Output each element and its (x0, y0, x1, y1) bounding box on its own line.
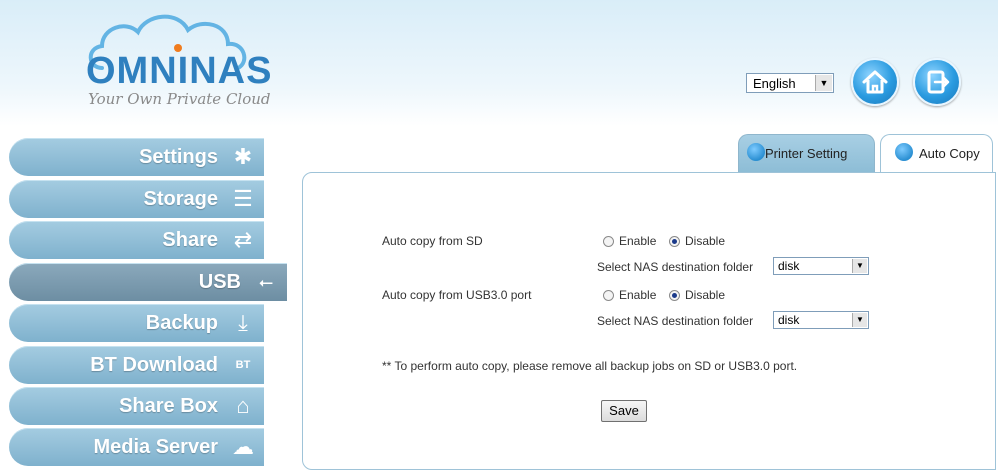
tab-label: Printer Setting (765, 146, 848, 161)
chevron-down-icon: ▼ (852, 313, 867, 327)
header: OMNINAS Your Own Private Cloud English ▼ (0, 0, 998, 126)
auto-copy-icon (895, 143, 913, 161)
sidebar-item-backup[interactable]: Backup ⤓ (9, 304, 264, 342)
sidebar-item-settings[interactable]: Settings ✱ (9, 138, 264, 176)
sd-folder-value: disk (778, 259, 800, 273)
sidebar-item-storage[interactable]: Storage ☰ (9, 180, 264, 218)
backup-icon: ⤓ (238, 310, 248, 335)
usb-folder-label: Select NAS destination folder (597, 314, 754, 328)
auto-copy-note: ** To perform auto copy, please remove a… (382, 359, 798, 373)
home-button[interactable] (851, 58, 899, 106)
sd-disable-label: Disable (685, 234, 726, 248)
tab-label: Auto Copy (919, 146, 980, 161)
sidebar-item-label: Media Server (93, 436, 218, 458)
language-select[interactable]: English ▼ (746, 73, 834, 93)
omninas-logo[interactable]: OMNINAS Your Own Private Cloud (78, 10, 278, 108)
media-server-icon: ☁ (232, 434, 254, 459)
tools-icon: ✱ (233, 144, 253, 169)
share-arrows-icon: ⇄ (233, 227, 253, 252)
sidebar-item-label: USB (198, 271, 241, 293)
usb-label: Auto copy from USB3.0 port (382, 288, 532, 302)
logo-wordmark: OMNINAS (86, 50, 273, 92)
sidebar-item-share[interactable]: Share ⇄ (9, 221, 264, 259)
save-button[interactable]: Save (601, 400, 647, 422)
tab-auto-copy[interactable]: Auto Copy (880, 134, 993, 174)
sidebar-item-label: Settings (139, 146, 218, 168)
sidebar-item-label: Share (162, 229, 218, 251)
sidebar-item-label: Backup (145, 312, 218, 334)
logo-tagline: Your Own Private Cloud (88, 90, 271, 108)
sd-disable-radio[interactable] (669, 236, 680, 247)
sd-label: Auto copy from SD (382, 234, 483, 248)
sidebar-item-label: Storage (143, 188, 218, 210)
sidebar-item-label: Share Box (119, 395, 218, 417)
sidebar-item-share-box[interactable]: Share Box ⌂ (9, 387, 264, 425)
usb-icon: ⭠ (258, 272, 274, 292)
sidebar-item-usb[interactable]: USB ⭠ (9, 263, 287, 301)
sidebar-item-media-server[interactable]: Media Server ☁ (9, 428, 264, 466)
sd-folder-select[interactable]: disk ▼ (773, 257, 869, 275)
logout-icon (927, 70, 950, 94)
logout-button[interactable] (913, 58, 961, 106)
sd-enable-label: Enable (619, 234, 657, 248)
storage-icon: ☰ (233, 186, 253, 211)
tab-printer-setting[interactable]: Printer Setting (738, 134, 875, 172)
usb-folder-select[interactable]: disk ▼ (773, 311, 869, 329)
usb-disable-label: Disable (685, 288, 726, 302)
home-icon (862, 70, 888, 94)
usb-disable-radio[interactable] (669, 290, 680, 301)
usb-enable-label: Enable (619, 288, 657, 302)
usb-folder-value: disk (778, 313, 800, 327)
language-selected: English (753, 76, 796, 91)
sd-enable-radio[interactable] (603, 236, 614, 247)
bt-icon: BT (235, 359, 251, 371)
usb-enable-radio[interactable] (603, 290, 614, 301)
sd-folder-label: Select NAS destination folder (597, 260, 754, 274)
chevron-down-icon: ▼ (815, 75, 832, 91)
share-box-icon: ⌂ (236, 393, 250, 418)
sidebar-item-label: BT Download (90, 354, 218, 376)
chevron-down-icon: ▼ (852, 259, 867, 273)
sidebar-item-bt-download[interactable]: BT Download BT (9, 346, 264, 384)
printer-icon (747, 143, 765, 161)
